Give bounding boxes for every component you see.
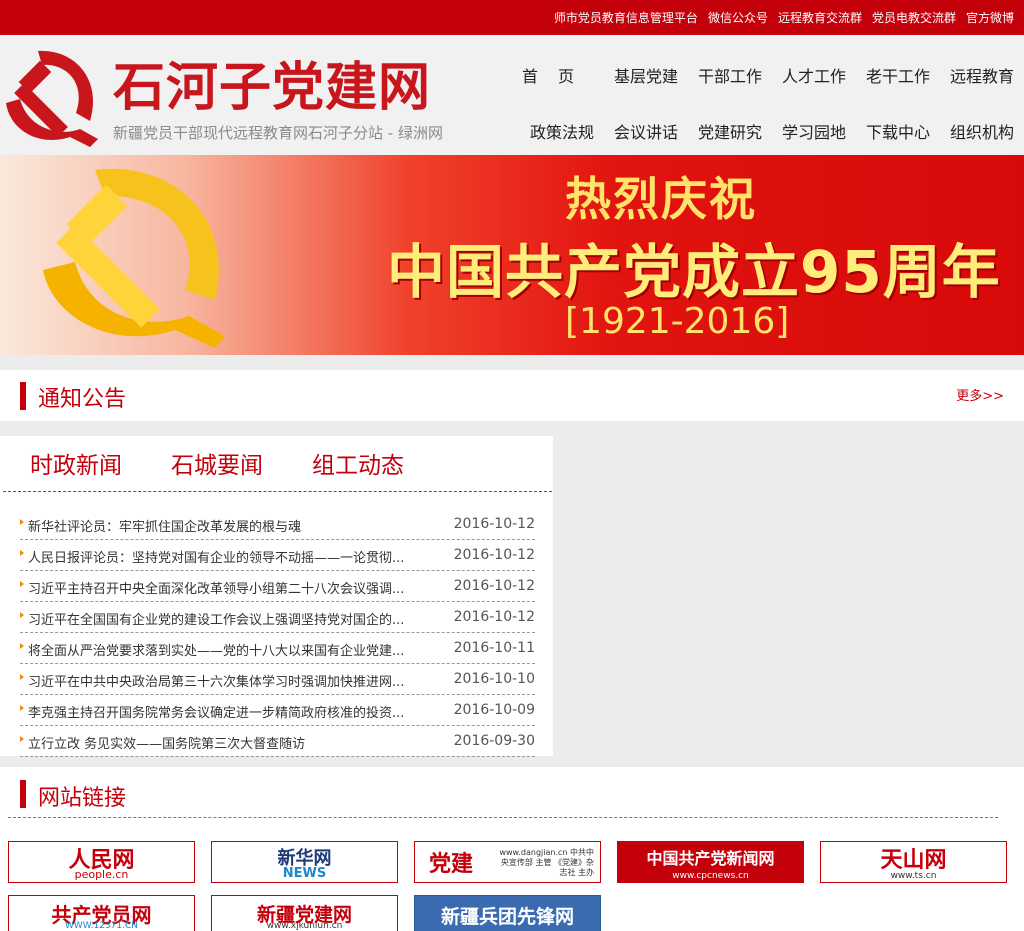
- bullet-arrow-icon: [20, 736, 24, 742]
- news-item: 习近平在中共中央政治局第三十六次集体学习时强调加快推进网... 2016-10-1…: [20, 664, 535, 695]
- bullet-arrow-icon: [20, 643, 24, 649]
- link-cpc-news[interactable]: 中国共产党新闻网 www.cpcnews.cn: [617, 841, 804, 883]
- news-item-title[interactable]: 习近平在全国国有企业党的建设工作会议上强调坚持党对国企的...: [28, 609, 453, 628]
- news-item-date: 2016-10-12: [453, 516, 535, 532]
- news-item-date: 2016-10-11: [453, 640, 535, 656]
- xj-dangjian-url: www.xjkunlun.cn: [266, 921, 343, 931]
- nav-research[interactable]: 党建研究: [678, 119, 762, 143]
- link-people-daily[interactable]: 人民网 people.cn: [8, 841, 195, 883]
- news-item-title[interactable]: 人民日报评论员：坚持党对国有企业的领导不动摇——一论贯彻...: [28, 547, 453, 566]
- news-item-date: 2016-10-12: [453, 578, 535, 594]
- links-title: 网站链接: [38, 786, 127, 811]
- tianshan-url: www.ts.cn: [890, 871, 937, 881]
- bullet-arrow-icon: [20, 550, 24, 556]
- bullet-arrow-icon: [20, 519, 24, 525]
- bullet-arrow-icon: [20, 674, 24, 680]
- nav-organization[interactable]: 组织机构: [930, 119, 1014, 143]
- main-nav-row-2: 政策法规 会议讲话 党建研究 学习园地 下载中心 组织机构: [510, 119, 1014, 143]
- website-links-section: 网站链接 人民网 people.cn 新华网 NEWS 党建 www.dangj…: [0, 767, 1024, 931]
- link-bingtuan-pioneer[interactable]: 新疆兵团先锋网: [414, 895, 601, 931]
- section-marker: [20, 382, 26, 410]
- dangjian-info: www.dangjian.cn 中共中央宣传部 主管 《党建》杂志社 主办: [499, 848, 594, 877]
- link-tianshan[interactable]: 天山网 www.ts.cn: [820, 841, 1007, 883]
- cpc-news-logo: 中国共产党新闻网: [646, 849, 775, 868]
- tabs-divider: [3, 491, 552, 492]
- news-item: 新华社评论员：牢牢抓住国企改革发展的根与魂 2016-10-12: [20, 509, 535, 540]
- bullet-arrow-icon: [20, 612, 24, 618]
- banner-years: [1921-2016]: [565, 301, 790, 342]
- news-item: 习近平在全国国有企业党的建设工作会议上强调坚持党对国企的... 2016-10-1…: [20, 602, 535, 633]
- news-item-title[interactable]: 将全面从严治党要求落到实处——党的十八大以来国有企业党建...: [28, 640, 453, 659]
- top-links: 师市党员教育信息管理平台 微信公众号 远程教育交流群 党员电教交流群 官方微博: [554, 0, 1014, 35]
- anniversary-banner[interactable]: 热烈庆祝 中国共产党成立95周年 [1921-2016]: [0, 155, 1024, 355]
- top-link-remote-edu-group[interactable]: 远程教育交流群: [778, 9, 862, 26]
- gcdy-url: WWW.12371.CN: [64, 921, 139, 931]
- news-panel: 时政新闻 石城要闻 组工动态 新华社评论员：牢牢抓住国企改革发展的根与魂 2016…: [0, 436, 553, 757]
- notice-section: 通知公告 更多>>: [0, 370, 1024, 421]
- site-subtitle: 新疆党员干部现代远程教育网石河子分站 - 绿洲网: [113, 124, 443, 142]
- news-item-title[interactable]: 习近平主持召开中央全面深化改革领导小组第二十八次会议强调...: [28, 578, 453, 597]
- dangjian-logo: 党建: [429, 851, 474, 877]
- banner-headline-2: 中国共产党成立95周年: [387, 238, 1001, 306]
- nav-speeches[interactable]: 会议讲话: [594, 119, 678, 143]
- nav-study[interactable]: 学习园地: [762, 119, 846, 143]
- link-xinhua[interactable]: 新华网 NEWS: [211, 841, 398, 883]
- site-title[interactable]: 石河子党建网: [113, 57, 431, 119]
- news-item-date: 2016-10-12: [453, 547, 535, 563]
- news-item-date: 2016-09-30: [453, 733, 535, 749]
- notice-more-link[interactable]: 更多>>: [956, 385, 1004, 404]
- top-link-education-platform[interactable]: 师市党员教育信息管理平台: [554, 9, 698, 26]
- cpc-news-url: www.cpcnews.cn: [672, 871, 749, 881]
- nav-retired-cadre[interactable]: 老干工作: [846, 63, 930, 87]
- link-dangjian[interactable]: 党建 www.dangjian.cn 中共中央宣传部 主管 《党建》杂志社 主办: [414, 841, 601, 883]
- nav-talent-work[interactable]: 人才工作: [762, 63, 846, 87]
- news-item-date: 2016-10-12: [453, 609, 535, 625]
- news-item-title[interactable]: 习近平在中共中央政治局第三十六次集体学习时强调加快推进网...: [28, 671, 453, 690]
- main-nav-row-1: 首页 基层党建 干部工作 人才工作 老干工作 远程教育: [510, 63, 1014, 87]
- links-divider: [8, 817, 998, 818]
- tab-city-news[interactable]: 石城要闻: [171, 446, 263, 480]
- tab-current-affairs[interactable]: 时政新闻: [30, 446, 122, 480]
- news-item-title[interactable]: 李克强主持召开国务院常务会议确定进一步精简政府核准的投资...: [28, 702, 453, 721]
- bingtuan-logo: 新疆兵团先锋网: [440, 906, 574, 928]
- top-link-av-edu-group[interactable]: 党员电教交流群: [872, 9, 956, 26]
- nav-grassroots[interactable]: 基层党建: [594, 63, 678, 87]
- bullet-arrow-icon: [20, 705, 24, 711]
- golden-emblem-icon: [43, 168, 225, 348]
- banner-headline-1: 热烈庆祝: [565, 172, 757, 226]
- news-tabs: 时政新闻 石城要闻 组工动态: [0, 436, 553, 492]
- link-xj-dangjian[interactable]: 新疆党建网 www.xjkunlun.cn: [211, 895, 398, 931]
- people-daily-url: people.cn: [74, 868, 129, 881]
- news-item-title[interactable]: 立行立改 务见实效——国务院第三次大督查随访: [28, 733, 453, 752]
- tab-org-updates[interactable]: 组工动态: [312, 446, 404, 480]
- news-item-date: 2016-10-09: [453, 702, 535, 718]
- nav-cadre-work[interactable]: 干部工作: [678, 63, 762, 87]
- nav-remote-education[interactable]: 远程教育: [930, 63, 1014, 87]
- link-12371[interactable]: 共产党员网 WWW.12371.CN: [8, 895, 195, 931]
- news-item: 人民日报评论员：坚持党对国有企业的领导不动摇——一论贯彻... 2016-10-1…: [20, 540, 535, 571]
- nav-policies[interactable]: 政策法规: [510, 119, 594, 143]
- top-bar: 师市党员教育信息管理平台 微信公众号 远程教育交流群 党员电教交流群 官方微博: [0, 0, 1024, 35]
- bullet-arrow-icon: [20, 581, 24, 587]
- news-item: 李克强主持召开国务院常务会议确定进一步精简政府核准的投资... 2016-10-0…: [20, 695, 535, 726]
- notice-title: 通知公告: [38, 387, 127, 412]
- news-item: 立行立改 务见实效——国务院第三次大督查随访 2016-09-30: [20, 726, 535, 757]
- news-item-date: 2016-10-10: [453, 671, 535, 687]
- news-item: 将全面从严治党要求落到实处——党的十八大以来国有企业党建... 2016-10-1…: [20, 633, 535, 664]
- nav-home[interactable]: 首页: [510, 63, 594, 87]
- party-emblem-icon[interactable]: [0, 43, 104, 147]
- nav-downloads[interactable]: 下载中心: [846, 119, 930, 143]
- tianshan-logo: 天山网: [880, 847, 947, 873]
- xinhua-news-tag: NEWS: [282, 866, 327, 881]
- news-item: 习近平主持召开中央全面深化改革领导小组第二十八次会议强调... 2016-10-1…: [20, 571, 535, 602]
- top-link-weibo[interactable]: 官方微博: [966, 9, 1014, 26]
- news-list: 新华社评论员：牢牢抓住国企改革发展的根与魂 2016-10-12 人民日报评论员：…: [20, 509, 535, 757]
- section-marker: [20, 780, 26, 808]
- site-header: 石河子党建网 新疆党员干部现代远程教育网石河子分站 - 绿洲网 首页 基层党建 …: [0, 35, 1024, 155]
- news-item-title[interactable]: 新华社评论员：牢牢抓住国企改革发展的根与魂: [28, 516, 453, 535]
- top-link-wechat[interactable]: 微信公众号: [708, 9, 768, 26]
